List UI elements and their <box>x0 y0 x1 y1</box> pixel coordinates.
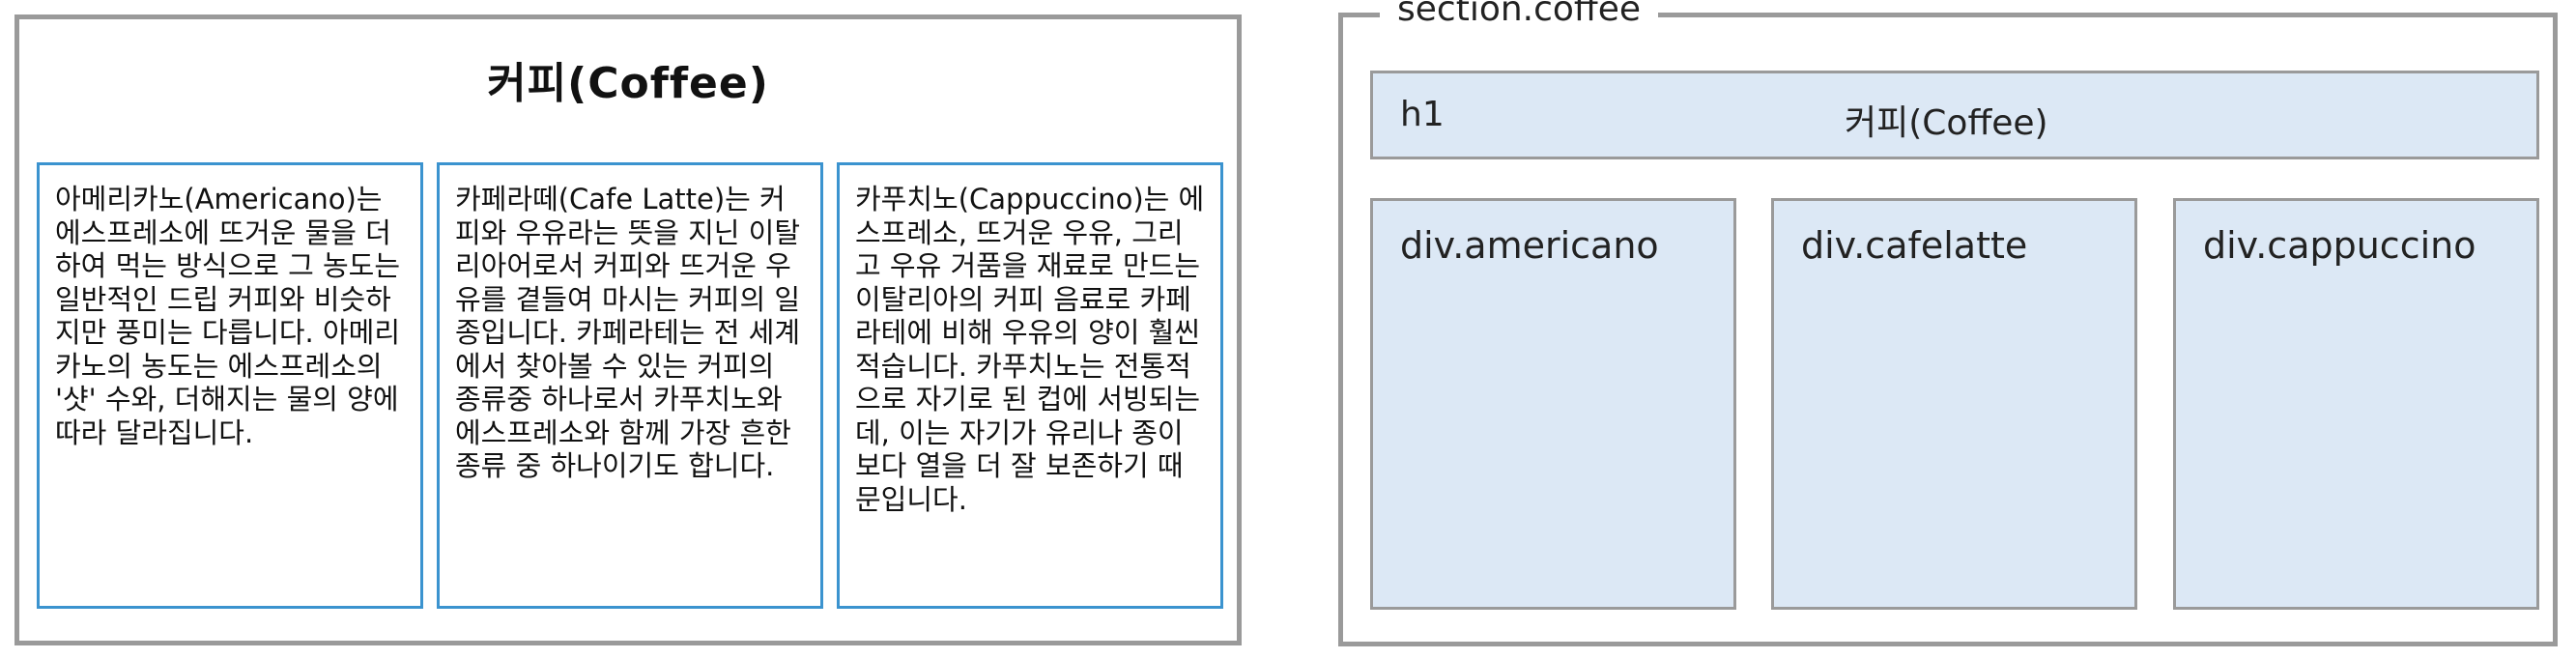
rendered-page-panel: 커피(Coffee) 아메리카노(Americano)는 에스프레소에 뜨거운 … <box>14 14 1242 645</box>
h1-text-label: 커피(Coffee) <box>1845 103 2048 143</box>
cappuccino-column: 카푸치노(Cappuccino)는 에스프레소, 뜨거운 우유, 그리고 우유 … <box>837 162 1223 609</box>
div-americano-box: div.americano <box>1370 198 1736 610</box>
div-cafelatte-label: div.cafelatte <box>1801 224 2028 267</box>
div-cappuccino-label: div.cappuccino <box>2203 224 2476 267</box>
div-cappuccino-box: div.cappuccino <box>2173 198 2539 610</box>
div-cafelatte-box: div.cafelatte <box>1771 198 2137 610</box>
div-americano-label: div.americano <box>1400 224 1659 267</box>
cafelatte-column: 카페라떼(Cafe Latte)는 커피와 우유라는 뜻을 지닌 이탈리아어로서… <box>437 162 823 609</box>
h1-box: h1 커피(Coffee) <box>1370 71 2539 159</box>
americano-column: 아메리카노(Americano)는 에스프레소에 뜨거운 물을 더하여 먹는 방… <box>37 162 423 609</box>
page-title: 커피(Coffee) <box>487 59 769 108</box>
section-coffee-label: section.coffee <box>1380 0 1659 29</box>
h1-tag-label: h1 <box>1400 95 1445 134</box>
